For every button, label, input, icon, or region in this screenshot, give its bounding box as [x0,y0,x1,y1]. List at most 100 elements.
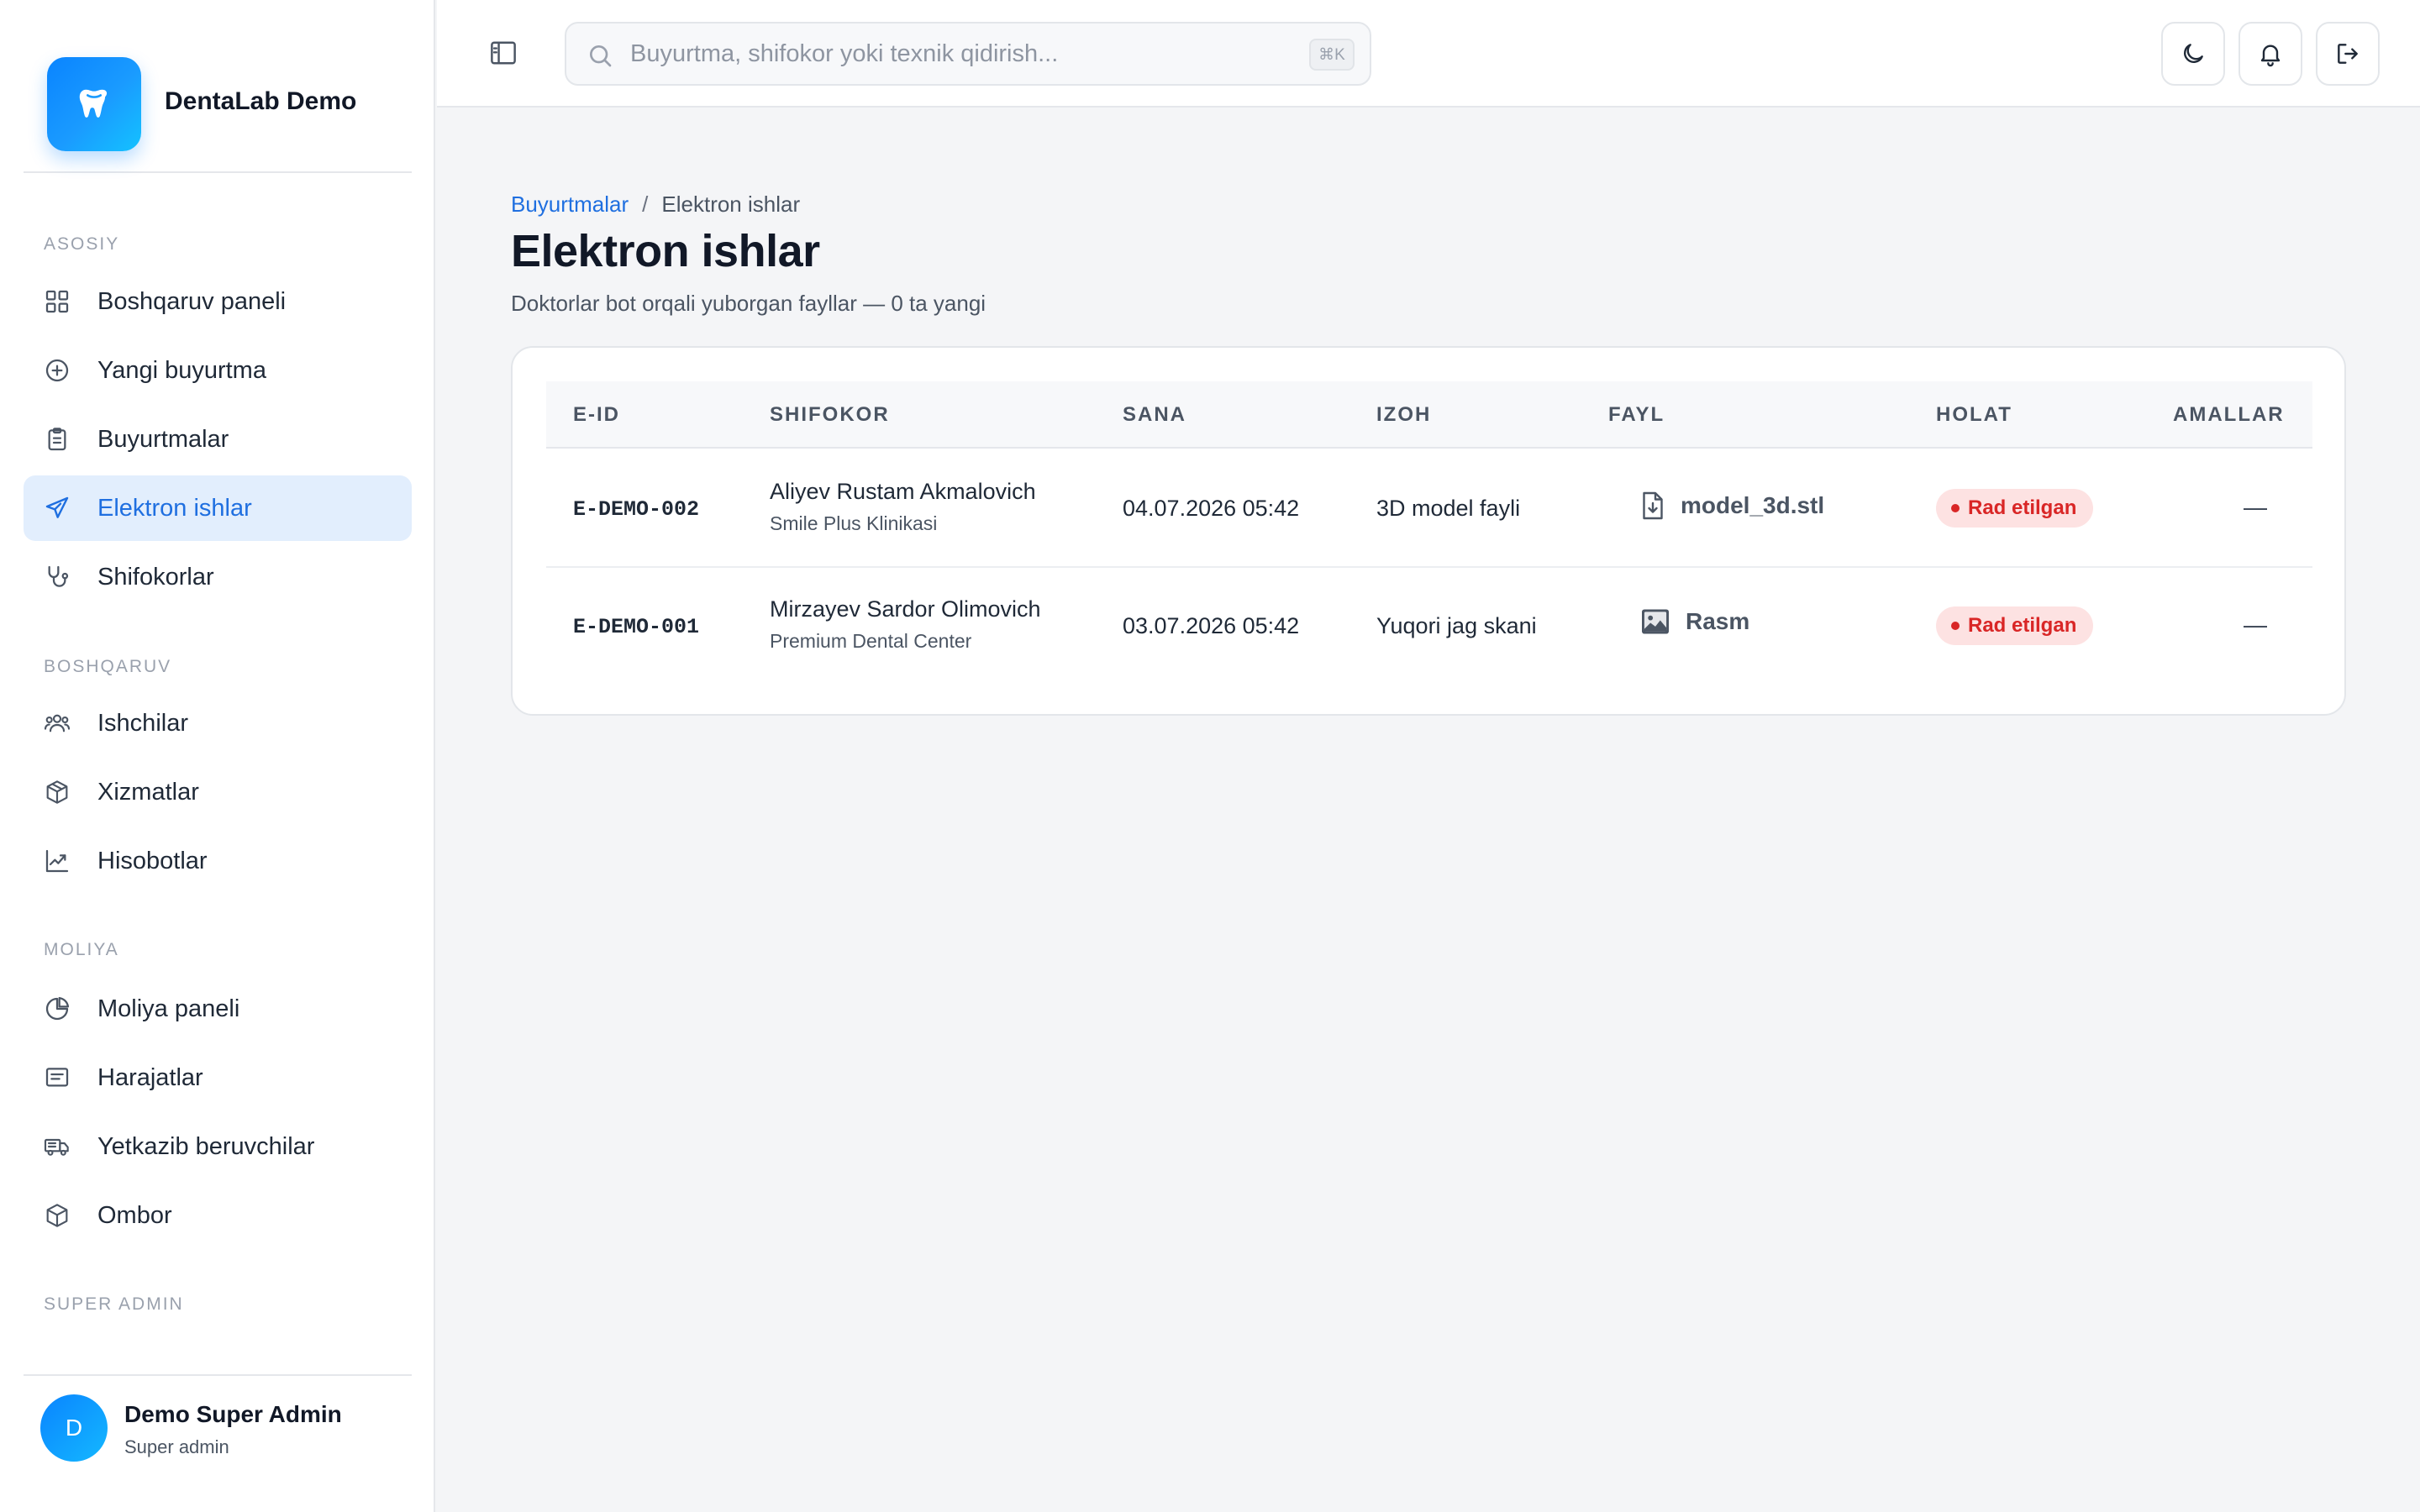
sidebar-item-label: Ishchilar [97,710,188,737]
sidebar-item-services[interactable]: Xizmatlar [24,759,412,825]
brand: DentaLab Demo [24,47,412,173]
cell-clinic: Smile Plus Klinikasi [770,512,938,534]
page-title: Elektron ishlar [511,226,820,276]
sidebar-item-label: Elektron ishlar [97,495,252,522]
cell-note: 3D model fayli [1376,496,1521,521]
cell-note: Yuqori jag skani [1376,613,1537,638]
cell-date: 04.07.2026 05:42 [1123,496,1300,521]
electronic-works-table-card: E-ID SHIFOKOR SANA IZOH FAYL HOLAT AMALL… [511,346,2346,716]
sidebar-panel-icon [491,41,516,65]
search-shortcut-badge: ⌘K [1309,39,1355,71]
section-label-super-admin: SUPER ADMIN [44,1294,184,1314]
sidebar-item-label: Shifokorlar [97,564,214,591]
file-link[interactable]: model_3d.stl [1640,491,1824,521]
logout-button[interactable] [2316,22,2380,86]
sidebar-item-label: Xizmatlar [97,779,199,806]
table-row[interactable]: E-DEMO-002 Aliyev Rustam Akmalovich Smil… [546,450,2312,568]
breadcrumb-current: Elektron ishlar [661,192,801,217]
sidebar-item-doctors[interactable]: Shifokorlar [24,544,412,610]
sidebar-item-label: Moliya paneli [97,995,240,1022]
users-icon [44,714,71,732]
column-header-date[interactable]: SANA [1123,403,1186,427]
sidebar-item-warehouse[interactable]: Ombor [24,1183,412,1248]
column-header-actions[interactable]: AMALLAR [2173,403,2285,427]
sidebar-item-reports[interactable]: Hisobotlar [24,828,412,894]
user-profile[interactable]: D Demo Super Admin Super admin [24,1374,412,1512]
section-label-moliya: MOLIYA [44,940,119,959]
logout-icon [2338,44,2358,64]
user-name: Demo Super Admin [124,1401,342,1427]
receipt-icon [45,1068,69,1087]
sidebar-item-new-order[interactable]: Yangi buyurtma [24,338,412,403]
sidebar-item-suppliers[interactable]: Yetkazib beruvchilar [24,1114,412,1179]
tooth-icon[interactable] [47,57,141,151]
cell-eid: E-DEMO-002 [573,497,700,522]
breadcrumb: Buyurtmalar / Elektron ishlar [511,192,800,218]
status-badge: Rad etilgan [1936,606,2094,645]
chart-line-icon [45,849,69,873]
sidebar-item-finance-panel[interactable]: Moliya paneli [24,976,412,1042]
file-link[interactable]: Rasm [1640,608,1749,635]
status-dot [1951,504,1960,512]
cell-doctor-name: Mirzayev Sardor Olimovich [770,596,1041,622]
user-role: Super admin [124,1436,229,1457]
breadcrumb-link-orders[interactable]: Buyurtmalar [511,192,629,217]
column-header-eid[interactable]: E-ID [573,403,620,427]
sidebar-item-label: Harajatlar [97,1064,203,1091]
row-actions[interactable]: — [2244,612,2267,638]
column-header-doctor[interactable]: SHIFOKOR [770,403,890,427]
sidebar-item-label: Yangi buyurtma [97,357,266,384]
column-header-status[interactable]: HOLAT [1936,403,2012,427]
cell-doctor-name: Aliyev Rustam Akmalovich [770,479,1036,504]
avatar: D [40,1394,108,1462]
status-label: Rad etilgan [1968,614,2077,637]
status-dot [1951,622,1960,630]
box-icon [46,780,68,804]
status-label: Rad etilgan [1968,496,2077,519]
pie-chart-icon [45,996,70,1021]
sidebar-item-orders[interactable]: Buyurtmalar [24,407,412,472]
sidebar-item-dashboard[interactable]: Boshqaruv paneli [24,269,412,334]
sidebar-item-label: Buyurtmalar [97,426,229,453]
file-name: Rasm [1686,608,1750,634]
section-label-boshqaruv: BOSHQARUV [44,657,172,676]
sidebar-item-electronic-works[interactable]: Elektron ishlar [24,475,412,541]
image-icon [1642,609,1669,634]
breadcrumb-separator: / [642,192,649,217]
clipboard-icon [48,428,66,451]
section-label-asosiy: ASOSIY [44,234,120,254]
file-download-icon [1643,491,1663,520]
theme-toggle-button[interactable] [2161,22,2225,86]
sidebar-item-expenses[interactable]: Harajatlar [24,1045,412,1110]
sidebar-item-label: Ombor [97,1202,172,1229]
cell-clinic: Premium Dental Center [770,630,972,652]
notifications-button[interactable] [2238,22,2302,86]
table-header: E-ID SHIFOKOR SANA IZOH FAYL HOLAT AMALL… [546,381,2312,449]
sidebar-item-label: Hisobotlar [97,848,208,874]
row-actions[interactable]: — [2244,494,2267,521]
global-search[interactable]: ⌘K [565,22,1371,86]
file-name: model_3d.stl [1681,492,1825,518]
package-icon [46,1204,68,1227]
page-subtitle: Doktorlar bot orqali yuborgan fayllar — … [511,291,986,316]
bell-icon [2260,45,2281,67]
sidebar-toggle-button[interactable] [489,40,518,66]
send-icon [45,496,69,518]
grid-icon [45,290,69,313]
brand-name: DentaLab Demo [165,87,357,115]
table-row[interactable]: E-DEMO-001 Mirzayev Sardor Olimovich Pre… [546,568,2312,685]
column-header-note[interactable]: IZOH [1376,403,1431,427]
sidebar-item-label: Boshqaruv paneli [97,288,287,315]
search-input[interactable] [566,24,1370,84]
sidebar-item-label: Yetkazib beruvchilar [97,1133,315,1160]
truck-icon [44,1138,69,1156]
sidebar: DentaLab Demo ASOSIY Boshqaruv paneli Ya… [0,0,435,1512]
cell-date: 03.07.2026 05:42 [1123,613,1300,638]
column-header-file[interactable]: FAYL [1608,403,1665,427]
status-badge: Rad etilgan [1936,489,2094,528]
plus-circle-icon [45,359,69,382]
stethoscope-icon [48,565,69,587]
moon-icon [2184,44,2203,63]
sidebar-item-workers[interactable]: Ishchilar [24,690,412,756]
cell-eid: E-DEMO-001 [573,615,700,639]
